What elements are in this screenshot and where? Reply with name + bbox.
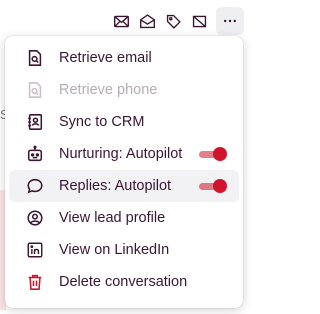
archive-off-icon[interactable] [186,8,212,34]
robot-icon [25,144,45,164]
menu-item-delete-conversation[interactable]: Delete conversation [9,266,239,298]
tag-icon[interactable] [160,8,186,34]
mail-icon[interactable] [108,8,134,34]
search-document-icon [25,80,45,100]
chat-bubble-icon [25,176,45,196]
menu-item-label: View lead profile [59,210,166,226]
nurturing-autopilot-toggle[interactable] [199,147,227,161]
more-options-button[interactable] [216,7,244,35]
user-circle-icon [25,208,45,228]
menu-item-label: View on LinkedIn [59,242,170,258]
mail-open-icon[interactable] [134,8,160,34]
more-horizontal-icon [224,19,236,23]
menu-item-view-on-linkedin[interactable]: View on LinkedIn [9,234,239,266]
search-document-icon [25,48,45,68]
menu-item-label: Retrieve phone [59,82,158,98]
menu-item-label: Sync to CRM [59,114,145,130]
replies-autopilot-toggle[interactable] [199,179,227,193]
menu-item-label: Retrieve email [59,50,152,66]
conversation-toolbar [108,7,244,35]
menu-item-retrieve-phone: Retrieve phone [9,74,239,106]
menu-item-view-lead-profile[interactable]: View lead profile [9,202,239,234]
menu-item-label: Delete conversation [59,274,188,290]
menu-item-sync-to-crm[interactable]: Sync to CRM [9,106,239,138]
menu-item-label: Nurturing: Autopilot [59,146,183,162]
linkedin-icon [25,240,45,260]
menu-item-nurturing-autopilot[interactable]: Nurturing: Autopilot [9,138,239,170]
contact-card-icon [25,112,45,132]
trash-icon [25,272,45,292]
menu-item-label: Replies: Autopilot [59,178,172,194]
menu-item-retrieve-email[interactable]: Retrieve email [9,42,239,74]
menu-item-replies-autopilot[interactable]: Replies: Autopilot [9,170,239,202]
conversation-actions-menu: Retrieve email Retrieve phone Sync to CR… [5,36,243,308]
